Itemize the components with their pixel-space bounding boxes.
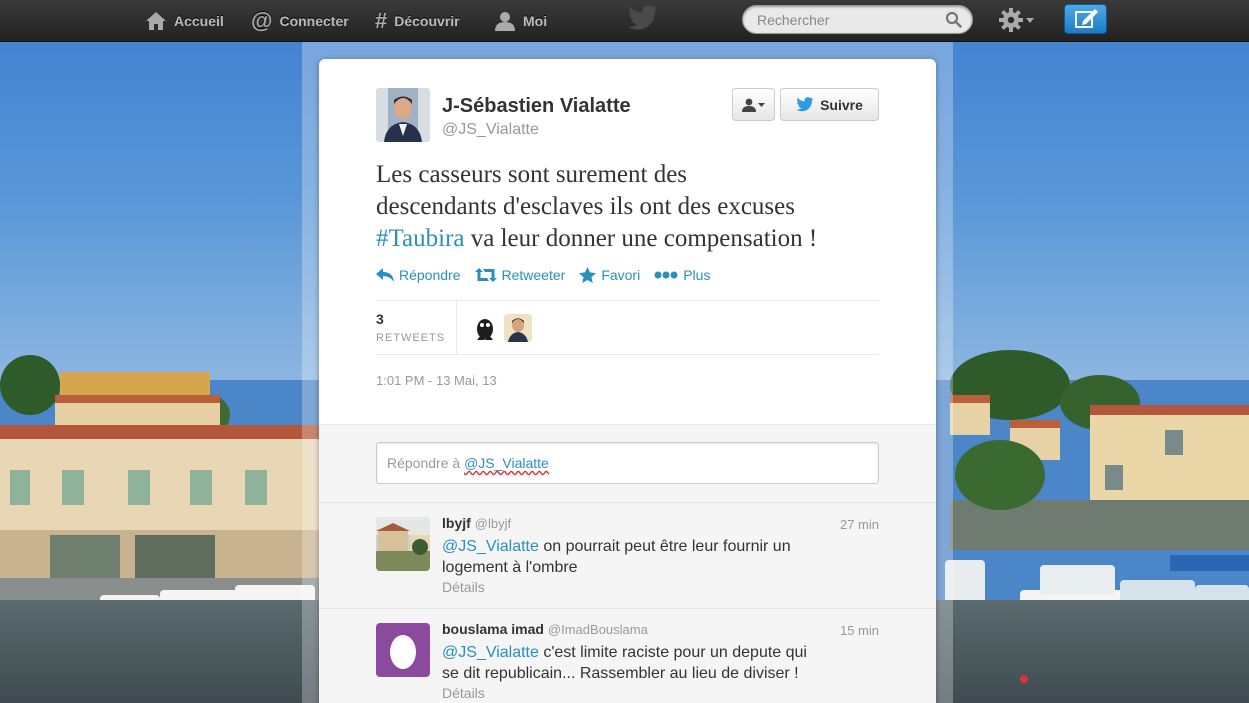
- nav-me[interactable]: Moi: [494, 0, 547, 42]
- reply-input-prefix: Répondre à: [387, 455, 465, 471]
- star-icon: [579, 267, 597, 283]
- compose-icon: [1074, 9, 1098, 28]
- search-placeholder: Rechercher: [757, 12, 830, 28]
- divider: [456, 300, 457, 354]
- reply-label: Répondre: [399, 267, 461, 283]
- reply-time[interactable]: 27 min: [840, 517, 879, 532]
- author-photo: [376, 88, 430, 142]
- tweet-text-line: Les casseurs sont surement des: [376, 161, 688, 188]
- at-icon: @: [251, 8, 273, 33]
- favorite-label: Favori: [601, 267, 641, 283]
- reply-author[interactable]: bouslama imad @ImadBouslama: [442, 621, 648, 637]
- nav-connect[interactable]: @ Connecter: [251, 0, 349, 42]
- reply-avatar[interactable]: [376, 623, 430, 677]
- tweet-text-line: descendants d'esclaves ils ont des excus…: [376, 193, 795, 220]
- compose-tweet-button[interactable]: [1064, 4, 1107, 34]
- reply-avatar-photo: [376, 517, 430, 571]
- reply-input-mention: @JS_Vialatte: [464, 455, 549, 471]
- twitter-bird-icon: [796, 97, 814, 112]
- divider: [376, 354, 879, 355]
- retweeter-photo: [504, 314, 532, 342]
- reply-author-handle: @lbyjf: [474, 516, 512, 531]
- tweet-timestamp[interactable]: 1:01 PM - 13 Mai, 13: [376, 373, 497, 388]
- twitter-bird-icon: [628, 5, 657, 30]
- tweet-actions: Répondre Retweeter Favori Plus: [376, 267, 710, 283]
- home-icon: [146, 12, 166, 30]
- more-action[interactable]: Plus: [654, 267, 710, 283]
- nav-discover[interactable]: # Découvrir: [375, 0, 460, 42]
- retweet-count[interactable]: 3: [376, 311, 384, 327]
- retweeter-avatar[interactable]: [504, 314, 532, 342]
- tweet-text-rest: va leur donner une compensation !: [464, 225, 818, 252]
- retweeter-avatar[interactable]: [471, 314, 499, 342]
- hashtag-icon: #: [375, 8, 388, 33]
- settings-menu[interactable]: [999, 7, 1039, 33]
- caret-down-icon: [758, 102, 765, 107]
- follow-button[interactable]: Suivre: [780, 88, 879, 121]
- more-label: Plus: [683, 267, 711, 283]
- top-navigation-bar: Accueil @ Connecter # Découvrir Moi Rech…: [0, 0, 1249, 42]
- retweeter-photo: [471, 314, 499, 342]
- retweet-icon: [474, 268, 497, 282]
- reply-author-name: bouslama imad: [442, 621, 544, 637]
- reply-text: @JS_Vialatte on pourrait peut être leur …: [442, 536, 822, 578]
- nav-me-label: Moi: [523, 13, 548, 29]
- reply-details-link[interactable]: Détails: [442, 685, 485, 701]
- tweet-text-line: #Taubira va leur donner une compensation…: [376, 223, 896, 255]
- gear-icon: [999, 8, 1023, 32]
- reply-author[interactable]: lbyjf @lbyjf: [442, 515, 511, 531]
- person-icon: [742, 98, 756, 112]
- mention-link[interactable]: @JS_Vialatte: [442, 644, 539, 661]
- follow-label: Suivre: [820, 96, 863, 113]
- user-actions-button[interactable]: [732, 88, 775, 121]
- author-name[interactable]: J-Sébastien Vialatte: [442, 95, 631, 118]
- reply-author-handle: @ImadBouslama: [547, 622, 648, 637]
- reply-action[interactable]: Répondre: [376, 267, 461, 283]
- favorite-action[interactable]: Favori: [579, 267, 640, 283]
- more-dots-icon: [654, 271, 678, 279]
- reply-details-link[interactable]: Détails: [442, 579, 485, 595]
- reply-input[interactable]: Répondre à @JS_Vialatte: [376, 442, 879, 484]
- reply-author-name: lbyjf: [442, 515, 471, 531]
- egg-avatar-icon: [376, 623, 430, 677]
- search-icon[interactable]: [945, 11, 962, 28]
- nav-home-label: Accueil: [174, 13, 224, 29]
- nav-home[interactable]: Accueil: [145, 0, 224, 42]
- retweet-count-label: RETWEETS: [376, 332, 446, 344]
- reply-tweet[interactable]: bouslama imad @ImadBouslama 15 min @JS_Vi…: [319, 608, 936, 703]
- author-handle[interactable]: @JS_Vialatte: [442, 121, 539, 139]
- reply-time[interactable]: 15 min: [840, 623, 879, 638]
- reply-icon: [376, 268, 394, 282]
- tweet-text: Les casseurs sont surement des descendan…: [376, 159, 896, 255]
- hashtag-link[interactable]: #Taubira: [376, 225, 465, 252]
- reply-tweet[interactable]: lbyjf @lbyjf 27 min @JS_Vialatte on pourr…: [319, 502, 936, 608]
- retweet-label: Retweeter: [501, 267, 566, 283]
- divider: [376, 300, 879, 301]
- person-icon: [495, 12, 515, 31]
- retweet-action[interactable]: Retweeter: [474, 267, 566, 283]
- tweet-permalink-modal: J-Sébastien Vialatte @JS_Vialatte Suivre…: [319, 59, 936, 703]
- author-avatar[interactable]: [376, 88, 430, 142]
- reply-text: @JS_Vialatte c'est limite raciste pour u…: [442, 642, 822, 684]
- nav-connect-label: Connecter: [279, 13, 349, 29]
- search-input[interactable]: Rechercher: [742, 5, 973, 34]
- caret-down-icon: [1026, 17, 1034, 23]
- reply-avatar[interactable]: [376, 517, 430, 571]
- mention-link[interactable]: @JS_Vialatte: [442, 538, 539, 555]
- replies-section: Répondre à @JS_Vialatte lbyjf @lbyjf 27 m…: [319, 424, 936, 703]
- nav-discover-label: Découvrir: [394, 13, 460, 29]
